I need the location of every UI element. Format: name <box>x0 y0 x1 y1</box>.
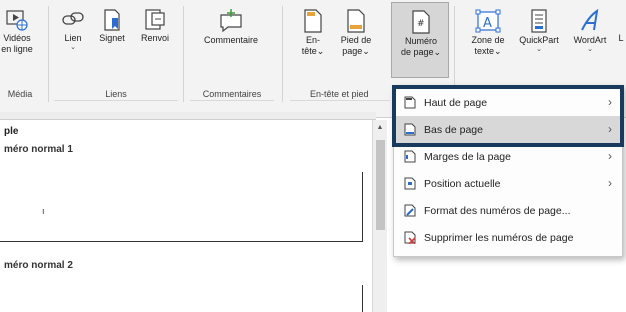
text-box-label-1: Zone de <box>471 35 505 45</box>
menu-item-label: Format des numéros de page... <box>424 205 571 217</box>
text-box-button[interactable]: A Zone de texte⌄ <box>462 8 514 57</box>
header-footer-group-rule <box>290 100 390 101</box>
header-icon <box>304 9 322 33</box>
scroll-thumb[interactable] <box>376 140 385 230</box>
link-button[interactable]: Lien ⌄ <box>55 8 91 52</box>
page-border-right <box>362 172 363 242</box>
submenu-chevron-icon: › <box>608 149 612 163</box>
menu-item-label: Position actuelle <box>424 178 501 190</box>
header-dropdown-caret[interactable]: ⌄ <box>317 46 325 56</box>
wordart-button[interactable]: WordArt ⌄ <box>566 8 614 54</box>
page-bottom-icon <box>404 123 416 136</box>
scroll-up-icon[interactable]: ▲ <box>375 123 385 133</box>
links-group-rule <box>54 100 178 101</box>
text-cursor-mark: ı <box>42 206 45 216</box>
header-label-1: En- <box>305 35 320 45</box>
document-page: ple méro normal 1 ı méro normal 2 <box>0 120 372 312</box>
bookmark-button[interactable]: Signet <box>92 8 132 44</box>
quickpart-dropdown-caret[interactable]: ⌄ <box>514 46 564 54</box>
menu-item-label: Bas de page <box>424 124 483 136</box>
section-heading-1: méro normal 1 <box>4 144 73 155</box>
format-page-numbers-icon <box>404 204 416 217</box>
dropcap-label-partial: L <box>618 33 624 43</box>
comment-label: Commentaire <box>203 35 259 45</box>
page-number-button[interactable]: # Numéro de page⌄ <box>391 2 449 78</box>
footer-label-2: page <box>342 46 363 56</box>
media-group-label: Média <box>7 89 33 99</box>
document-title: ple <box>4 126 19 137</box>
footer-dropdown-caret[interactable]: ⌄ <box>362 46 370 56</box>
group-divider <box>282 6 283 102</box>
cross-reference-icon <box>145 9 165 30</box>
dropcap-button-partial[interactable]: L <box>616 33 626 44</box>
vertical-scrollbar[interactable]: ▲ <box>372 120 387 312</box>
quickpart-icon <box>531 9 547 33</box>
horizontal-ruler <box>0 112 376 120</box>
submenu-chevron-icon: › <box>608 95 612 109</box>
menu-item-label: Haut de page <box>424 97 488 109</box>
quickpart-button[interactable]: QuickPart ⌄ <box>514 8 564 54</box>
links-group-label: Liens <box>105 89 127 99</box>
page-number-menu: Haut de page › Bas de page › Marges de l… <box>393 85 623 257</box>
online-video-label-2: en ligne <box>1 44 33 54</box>
group-divider <box>48 6 49 102</box>
header-button[interactable]: En- tête⌄ <box>296 8 330 57</box>
wordart-dropdown-caret[interactable]: ⌄ <box>566 46 614 54</box>
submenu-chevron-icon: › <box>608 122 612 136</box>
footer-icon <box>347 9 365 33</box>
comment-button[interactable]: Commentaire <box>192 8 270 46</box>
page-number-icon: # <box>412 10 430 34</box>
page-border-bottom <box>0 241 363 242</box>
submenu-chevron-icon: › <box>608 176 612 190</box>
section-heading-2: méro normal 2 <box>4 260 73 271</box>
text-box-label-2: texte <box>474 46 494 56</box>
page-border-right-2 <box>362 285 363 312</box>
link-label: Lien <box>64 33 82 43</box>
text-box-dropdown-caret[interactable]: ⌄ <box>494 46 502 56</box>
header-footer-group-label: En-tête et pied <box>310 89 369 99</box>
comments-group-label: Commentaires <box>202 89 262 99</box>
page-number-dropdown-caret[interactable]: ⌄ <box>434 47 442 57</box>
page-number-label-1: Numéro <box>404 36 437 46</box>
menu-item-bottom-of-page[interactable]: Bas de page › <box>394 116 622 143</box>
page-margins-icon <box>404 150 416 163</box>
svg-text:#: # <box>417 19 425 29</box>
current-position-icon <box>404 177 416 190</box>
link-dropdown-caret[interactable]: ⌄ <box>55 44 91 52</box>
menu-item-format-page-numbers[interactable]: Format des numéros de page... <box>394 197 622 224</box>
online-video-button[interactable]: Vidéos en ligne <box>0 8 34 55</box>
online-video-icon <box>6 10 28 31</box>
online-video-label-1: Vidéos <box>3 33 31 43</box>
menu-item-remove-page-numbers[interactable]: Supprimer les numéros de page <box>394 224 622 251</box>
comments-group-rule <box>190 100 274 101</box>
footer-button[interactable]: Pied de page⌄ <box>331 8 381 57</box>
menu-item-label: Supprimer les numéros de page <box>424 232 574 244</box>
link-icon <box>62 12 84 25</box>
cross-reference-button[interactable]: Renvoi <box>133 8 177 44</box>
menu-item-current-position[interactable]: Position actuelle › <box>394 170 622 197</box>
wordart-label: WordArt <box>573 35 607 45</box>
bookmark-icon <box>104 9 120 31</box>
quickpart-label: QuickPart <box>519 35 559 45</box>
new-comment-icon <box>220 9 242 33</box>
menu-item-label: Marges de la page <box>424 151 511 163</box>
header-label-2: tête <box>301 46 317 56</box>
remove-page-numbers-icon <box>404 231 416 244</box>
svg-text:A: A <box>483 16 492 31</box>
wordart-icon <box>581 8 599 31</box>
page-number-label-2: de page <box>400 47 434 57</box>
text-box-icon: A <box>475 9 501 33</box>
menu-item-top-of-page[interactable]: Haut de page › <box>394 89 622 116</box>
page-top-icon <box>404 96 416 109</box>
group-divider <box>183 6 184 102</box>
cross-reference-label: Renvoi <box>140 33 169 43</box>
bookmark-label: Signet <box>99 33 125 43</box>
menu-item-page-margins[interactable]: Marges de la page › <box>394 143 622 170</box>
footer-label-1: Pied de <box>340 35 372 45</box>
